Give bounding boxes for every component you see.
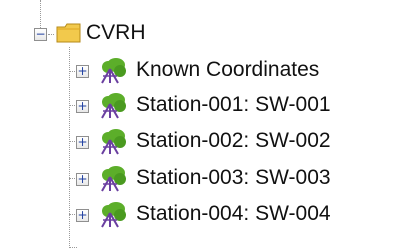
tree-view[interactable]: − CVRH + Known Coordinates + Station-001… [0,0,398,248]
survey-tripod-icon [101,129,126,155]
tree-node-station-004[interactable]: + Station-004: SW-004 [0,197,398,234]
collapse-toggle-root[interactable]: − [34,28,47,41]
tree-node-station-001[interactable]: + Station-001: SW-001 [0,88,398,125]
tree-node-station-003[interactable]: + Station-003: SW-003 [0,161,398,198]
tree-node-label[interactable]: Station-001: SW-001 [136,93,331,117]
expand-toggle[interactable]: + [76,65,89,78]
tree-node-label[interactable]: Station-003: SW-003 [136,166,331,190]
survey-tripod-icon [101,202,126,228]
expand-toggle[interactable]: + [76,100,89,113]
survey-tripod-icon [101,166,126,192]
tree-node-label[interactable]: Station-004: SW-004 [136,202,331,226]
survey-tripod-icon [101,93,126,119]
expand-toggle[interactable]: + [76,209,89,222]
tree-node-root[interactable]: − CVRH [0,16,398,53]
tree-node-known-coordinates[interactable]: + Known Coordinates [0,53,398,90]
expand-toggle[interactable]: + [76,136,89,149]
tree-node-label[interactable]: CVRH [86,21,146,45]
folder-icon [56,23,81,43]
expand-toggle[interactable]: + [76,173,89,186]
tree-node-station-002[interactable]: + Station-002: SW-002 [0,124,398,161]
survey-tripod-icon [101,58,126,84]
tree-node-label[interactable]: Station-002: SW-002 [136,129,331,153]
tree-node-label[interactable]: Known Coordinates [136,58,319,82]
